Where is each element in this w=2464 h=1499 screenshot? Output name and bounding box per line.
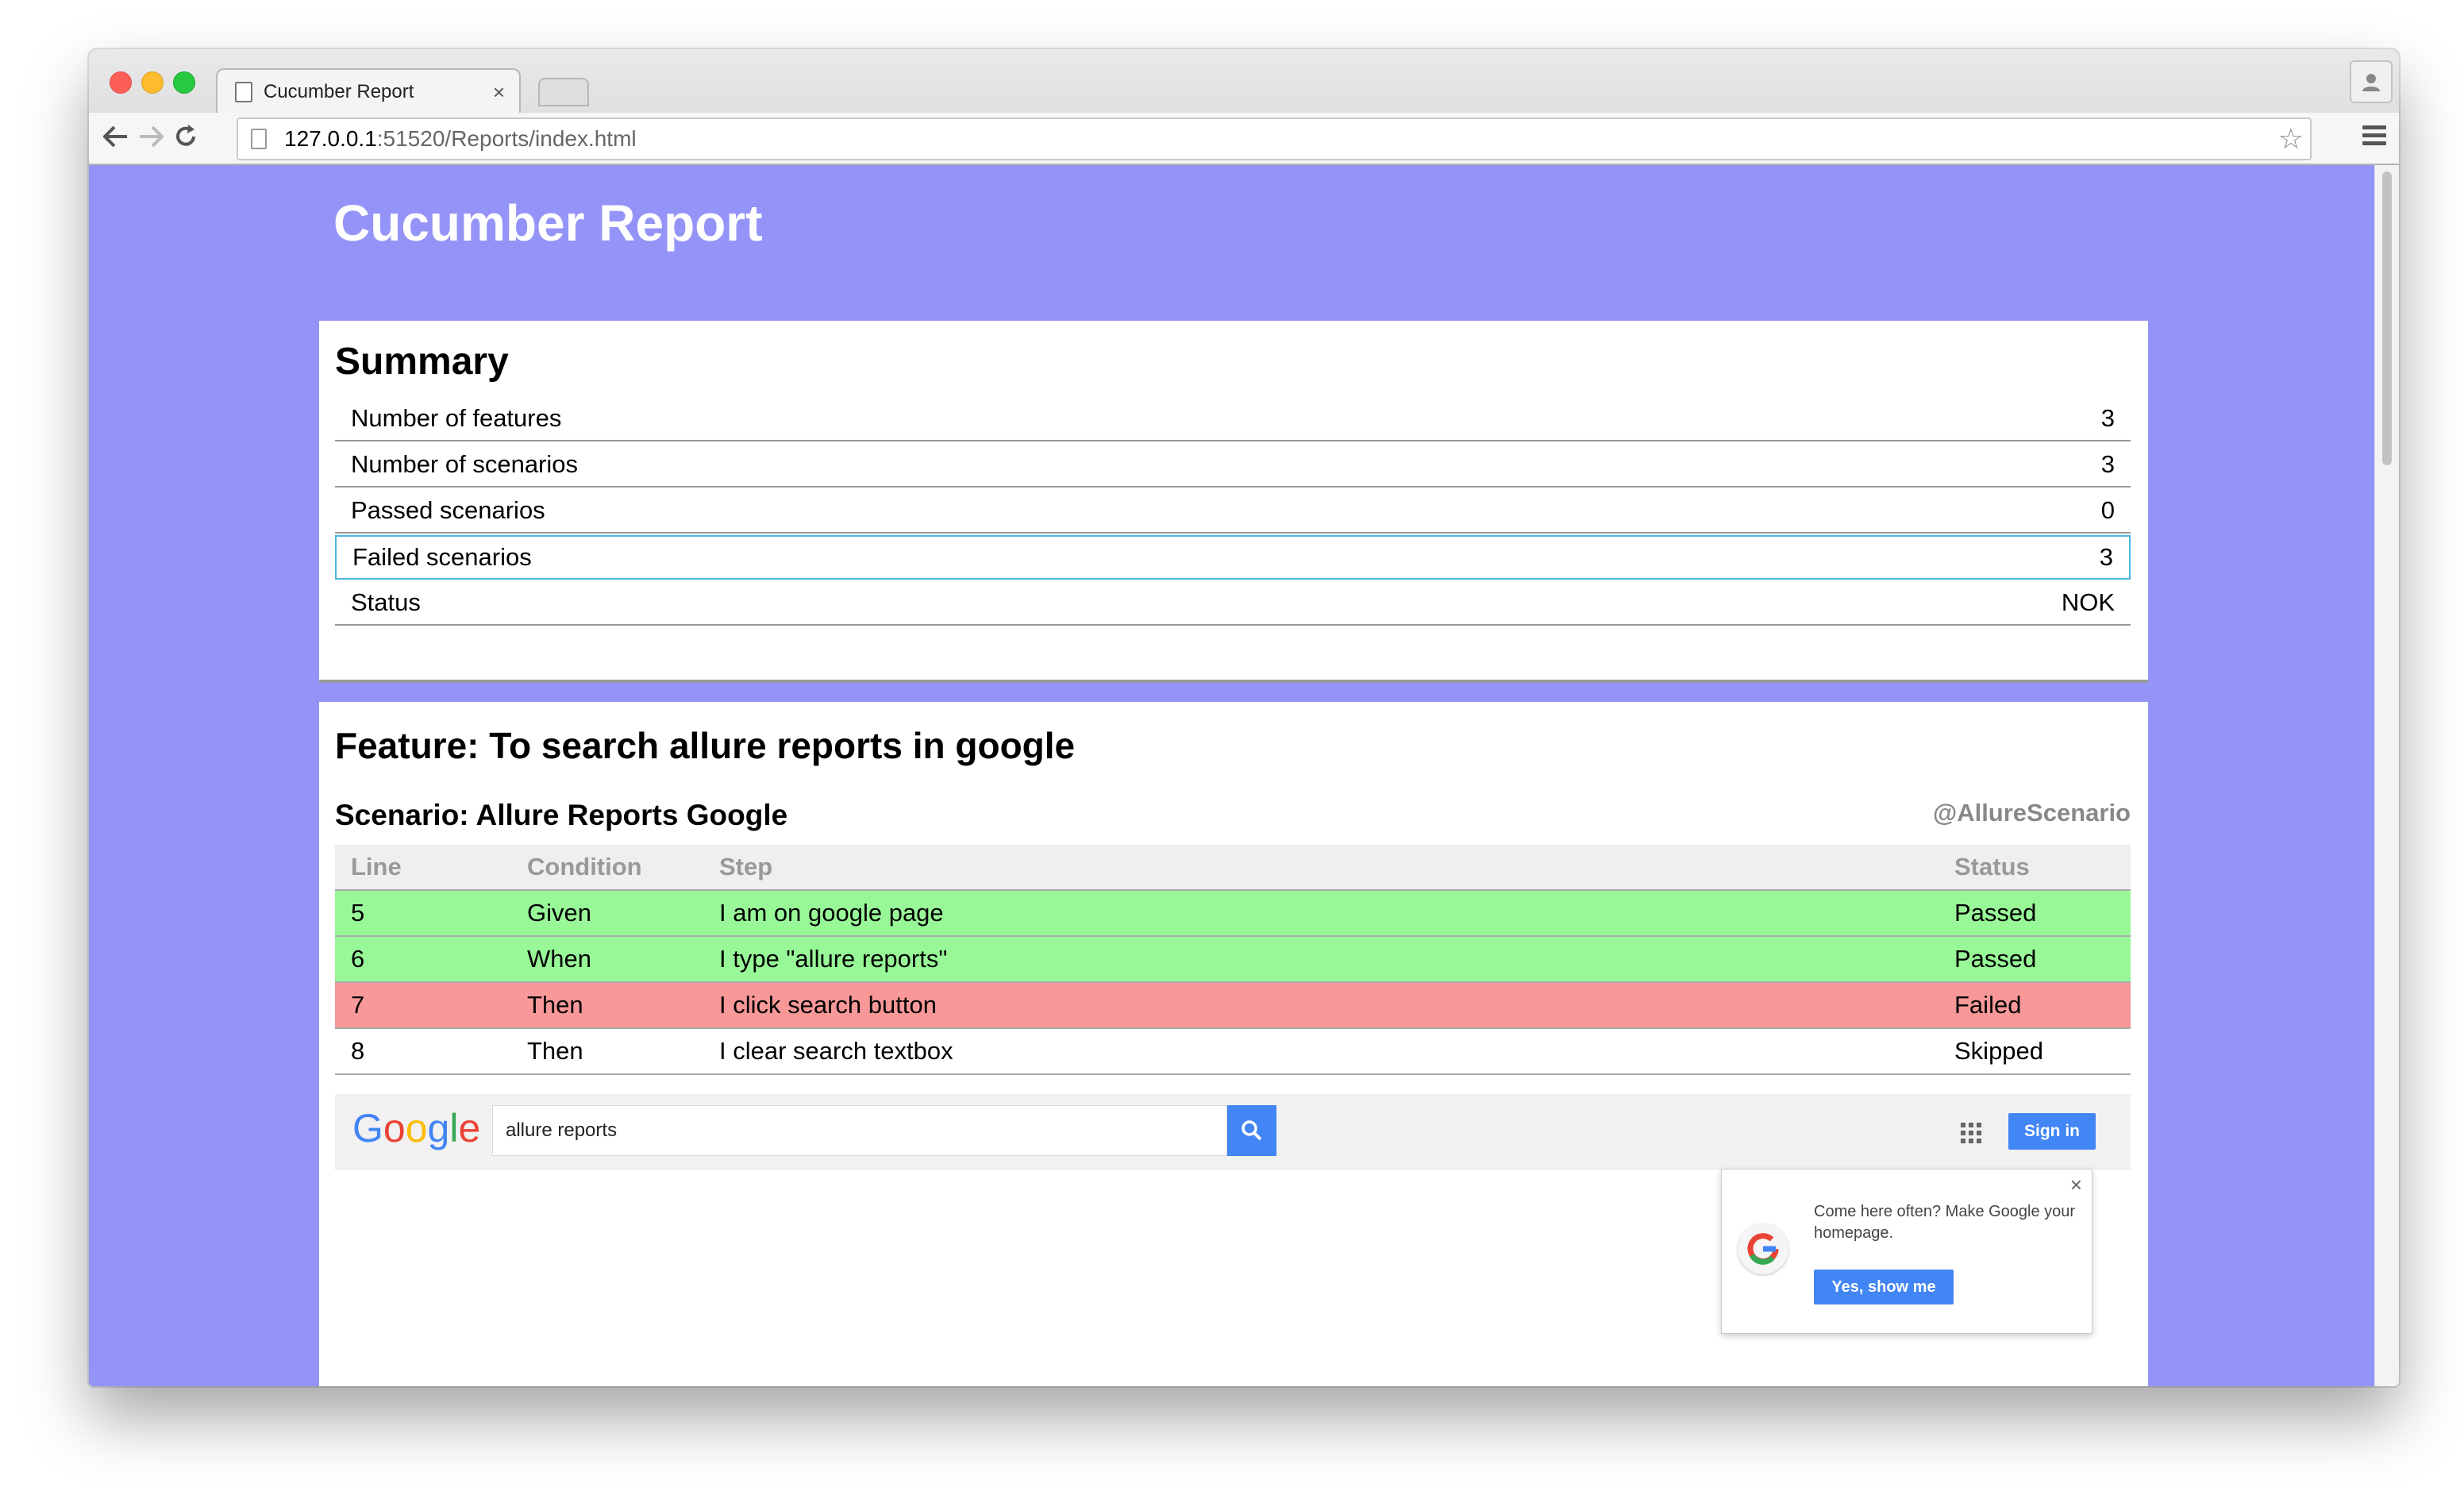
scrollbar-thumb[interactable] (2382, 171, 2392, 465)
step-status: Passed (1954, 899, 2037, 927)
apps-grid-icon (1961, 1123, 1981, 1143)
feature-title: Feature: To search allure reports in goo… (335, 725, 1076, 766)
summary-label: Number of scenarios (351, 450, 579, 478)
step-line: 5 (351, 899, 365, 927)
browser-chrome: Cucumber Report × 127.0.0.1:51520/Report… (89, 49, 2399, 165)
header-line: Line (351, 853, 402, 881)
forward-button[interactable] (135, 121, 167, 152)
summary-label: Status (351, 588, 421, 616)
summary-value: NOK (2061, 588, 2115, 616)
step-condition: When (527, 945, 591, 973)
step-status: Passed (1954, 945, 2037, 973)
step-row: 8 Then I clear search textbox Skipped (335, 1029, 2131, 1075)
browser-tab[interactable]: Cucumber Report × (216, 68, 521, 114)
page-info-icon (251, 129, 267, 149)
feature-panel: Feature: To search allure reports in goo… (319, 702, 2148, 1386)
summary-value: 3 (2099, 543, 2113, 571)
summary-title: Summary (335, 341, 509, 383)
page-title: Cucumber Report (333, 195, 763, 252)
header-step: Step (719, 853, 773, 881)
summary-row: Number of features 3 (335, 397, 2131, 441)
google-search-input: allure reports (492, 1105, 1227, 1156)
google-g-icon (1738, 1223, 1788, 1274)
step-line: 7 (351, 991, 365, 1019)
step-text: I am on google page (719, 899, 944, 927)
scenario-tag: @AllureScenario (1932, 799, 2131, 827)
close-window-button[interactable] (110, 71, 132, 94)
header-condition: Condition (527, 853, 642, 881)
vertical-scrollbar[interactable] (2374, 165, 2399, 1386)
summary-label: Number of features (351, 404, 562, 432)
step-status: Skipped (1954, 1037, 2044, 1065)
step-text: I type "allure reports" (719, 945, 948, 973)
page-icon (235, 82, 252, 102)
arrow-left-icon (103, 125, 127, 148)
summary-panel: Summary Number of features 3 Number of s… (319, 321, 2148, 680)
step-line: 8 (351, 1037, 365, 1065)
scenario-title: Scenario: Allure Reports Google (335, 799, 788, 831)
step-text: I clear search textbox (719, 1037, 953, 1065)
homepage-promo: × Come here often? Make Google your home… (1721, 1169, 2092, 1334)
page-viewport: Cucumber Report Summary Number of featur… (89, 165, 2375, 1386)
step-line: 6 (351, 945, 365, 973)
new-tab-button[interactable] (538, 78, 589, 106)
person-icon (2362, 74, 2380, 91)
back-button[interactable] (100, 121, 132, 152)
step-condition: Given (527, 899, 591, 927)
profile-button[interactable] (2350, 60, 2393, 103)
steps-table: Line Condition Step Status 5 Given I am … (335, 845, 2131, 1075)
failure-screenshot: Google allure reports Sign in × Come her… (335, 1094, 2131, 1386)
menu-icon[interactable] (2362, 125, 2386, 149)
summary-row: Status NOK (335, 581, 2131, 626)
summary-row: Failed scenarios 3 (335, 535, 2131, 580)
google-header-bar: Google allure reports Sign in (335, 1094, 2131, 1170)
google-logo: Google (352, 1106, 481, 1150)
summary-value: 3 (2100, 450, 2115, 478)
step-status: Failed (1954, 991, 2022, 1019)
summary-table: Number of features 3 Number of scenarios… (335, 397, 2131, 627)
promo-text: Come here often? Make Google your homepa… (1814, 1203, 2076, 1242)
summary-value: 0 (2100, 496, 2115, 524)
tab-title: Cucumber Report (264, 81, 414, 102)
step-condition: Then (527, 991, 583, 1019)
address-bar[interactable]: 127.0.0.1:51520/Reports/index.html ☆ (237, 118, 2312, 160)
google-search-button (1227, 1105, 1276, 1156)
close-tab-icon[interactable]: × (493, 80, 505, 105)
step-row: 5 Given I am on google page Passed (335, 891, 2131, 937)
google-sign-in-button: Sign in (2008, 1113, 2096, 1150)
header-status: Status (1954, 853, 2030, 881)
summary-row: Passed scenarios 0 (335, 489, 2131, 534)
reload-icon (176, 125, 195, 146)
arrow-right-icon (140, 125, 164, 148)
step-row: 6 When I type "allure reports" Passed (335, 937, 2131, 983)
url-text: 127.0.0.1:51520/Reports/index.html (284, 126, 637, 151)
summary-row: Number of scenarios 3 (335, 443, 2131, 487)
step-condition: Then (527, 1037, 583, 1065)
reload-button[interactable] (170, 121, 202, 152)
close-icon: × (2069, 1173, 2082, 1197)
steps-header: Line Condition Step Status (335, 845, 2131, 891)
step-text: I click search button (719, 991, 937, 1019)
step-row: 7 Then I click search button Failed (335, 983, 2131, 1029)
summary-label: Failed scenarios (352, 543, 532, 571)
summary-value: 3 (2100, 404, 2115, 432)
promo-button: Yes, show me (1814, 1270, 1954, 1304)
bookmark-star-icon[interactable]: ☆ (2278, 122, 2304, 156)
summary-label: Passed scenarios (351, 496, 545, 524)
minimize-window-button[interactable] (141, 71, 164, 94)
browser-toolbar: 127.0.0.1:51520/Reports/index.html ☆ (89, 113, 2399, 164)
browser-window: Cucumber Report × 127.0.0.1:51520/Report… (89, 49, 2399, 1386)
maximize-window-button[interactable] (173, 71, 195, 94)
search-icon (1242, 1120, 1262, 1141)
google-search-value: allure reports (506, 1119, 618, 1141)
